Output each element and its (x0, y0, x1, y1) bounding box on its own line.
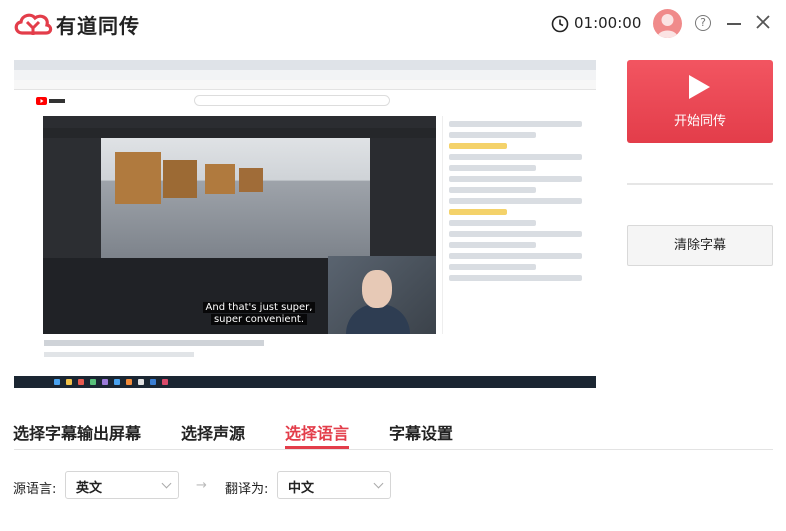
play-icon (689, 75, 710, 99)
target-language-label: 翻译为: (225, 482, 269, 497)
caption-line-1: And that's just super, (202, 302, 316, 313)
arrow-right-icon: → (196, 478, 207, 493)
editor-toolbar (43, 128, 436, 138)
youdao-logo-icon (14, 13, 53, 35)
source-language-select[interactable]: 英文 (65, 471, 179, 499)
video-title-placeholder (44, 340, 264, 346)
video-caption: And that's just super, super convenient. (189, 302, 329, 326)
video-meta-placeholder (44, 352, 194, 357)
editor-viewport (101, 138, 370, 258)
editor-left-panel (43, 138, 101, 258)
browser-address-bar (14, 70, 596, 80)
session-timer: 01:00:00 (574, 14, 642, 32)
app-title: 有道同传 (56, 14, 140, 38)
tab-language[interactable]: 选择语言 (285, 420, 349, 444)
source-language-value: 英文 (76, 481, 103, 496)
source-language-label: 源语言: (13, 482, 57, 497)
start-interpretation-button[interactable]: 开始同传 (627, 60, 773, 143)
editor-menu-bar (43, 116, 436, 128)
tab-subtitle-screen[interactable]: 选择字幕输出屏幕 (13, 420, 141, 444)
tabs-divider (14, 449, 773, 450)
start-label: 开始同传 (673, 114, 726, 129)
title-bar: 有道同传 01:00:00 ? (0, 0, 786, 48)
video-page: And that's just super, super convenient. (14, 90, 596, 376)
user-avatar-icon (657, 14, 678, 38)
tab-subtitle-settings[interactable]: 字幕设置 (389, 420, 453, 444)
minimize-icon[interactable] (727, 23, 741, 25)
video-site-topbar (14, 90, 596, 112)
help-icon[interactable]: ? (695, 15, 711, 31)
browser-tab-strip (14, 60, 596, 70)
clear-subtitles-button[interactable]: 清除字幕 (627, 225, 773, 266)
chevron-down-icon (373, 478, 384, 489)
clock-icon (551, 15, 569, 33)
target-language-value: 中文 (288, 481, 315, 496)
settings-tabs: 选择字幕输出屏幕 选择声源 选择语言 字幕设置 (0, 410, 786, 450)
live-chat-panel (442, 116, 588, 334)
chevron-down-icon (161, 478, 172, 489)
os-taskbar (14, 376, 596, 388)
target-language-select[interactable]: 中文 (277, 471, 391, 499)
tab-audio-source[interactable]: 选择声源 (181, 420, 245, 444)
close-icon[interactable] (755, 14, 771, 30)
presenter-webcam (328, 256, 436, 334)
browser-bookmarks-bar (14, 80, 596, 90)
panel-divider (627, 183, 773, 185)
video-site-logo-icon (36, 97, 65, 105)
video-site-search-box (194, 95, 390, 106)
screen-preview: And that's just super, super convenient. (14, 60, 596, 388)
caption-line-2: super convenient. (210, 314, 308, 325)
avatar[interactable] (653, 9, 682, 38)
video-player: And that's just super, super convenient. (43, 116, 436, 334)
